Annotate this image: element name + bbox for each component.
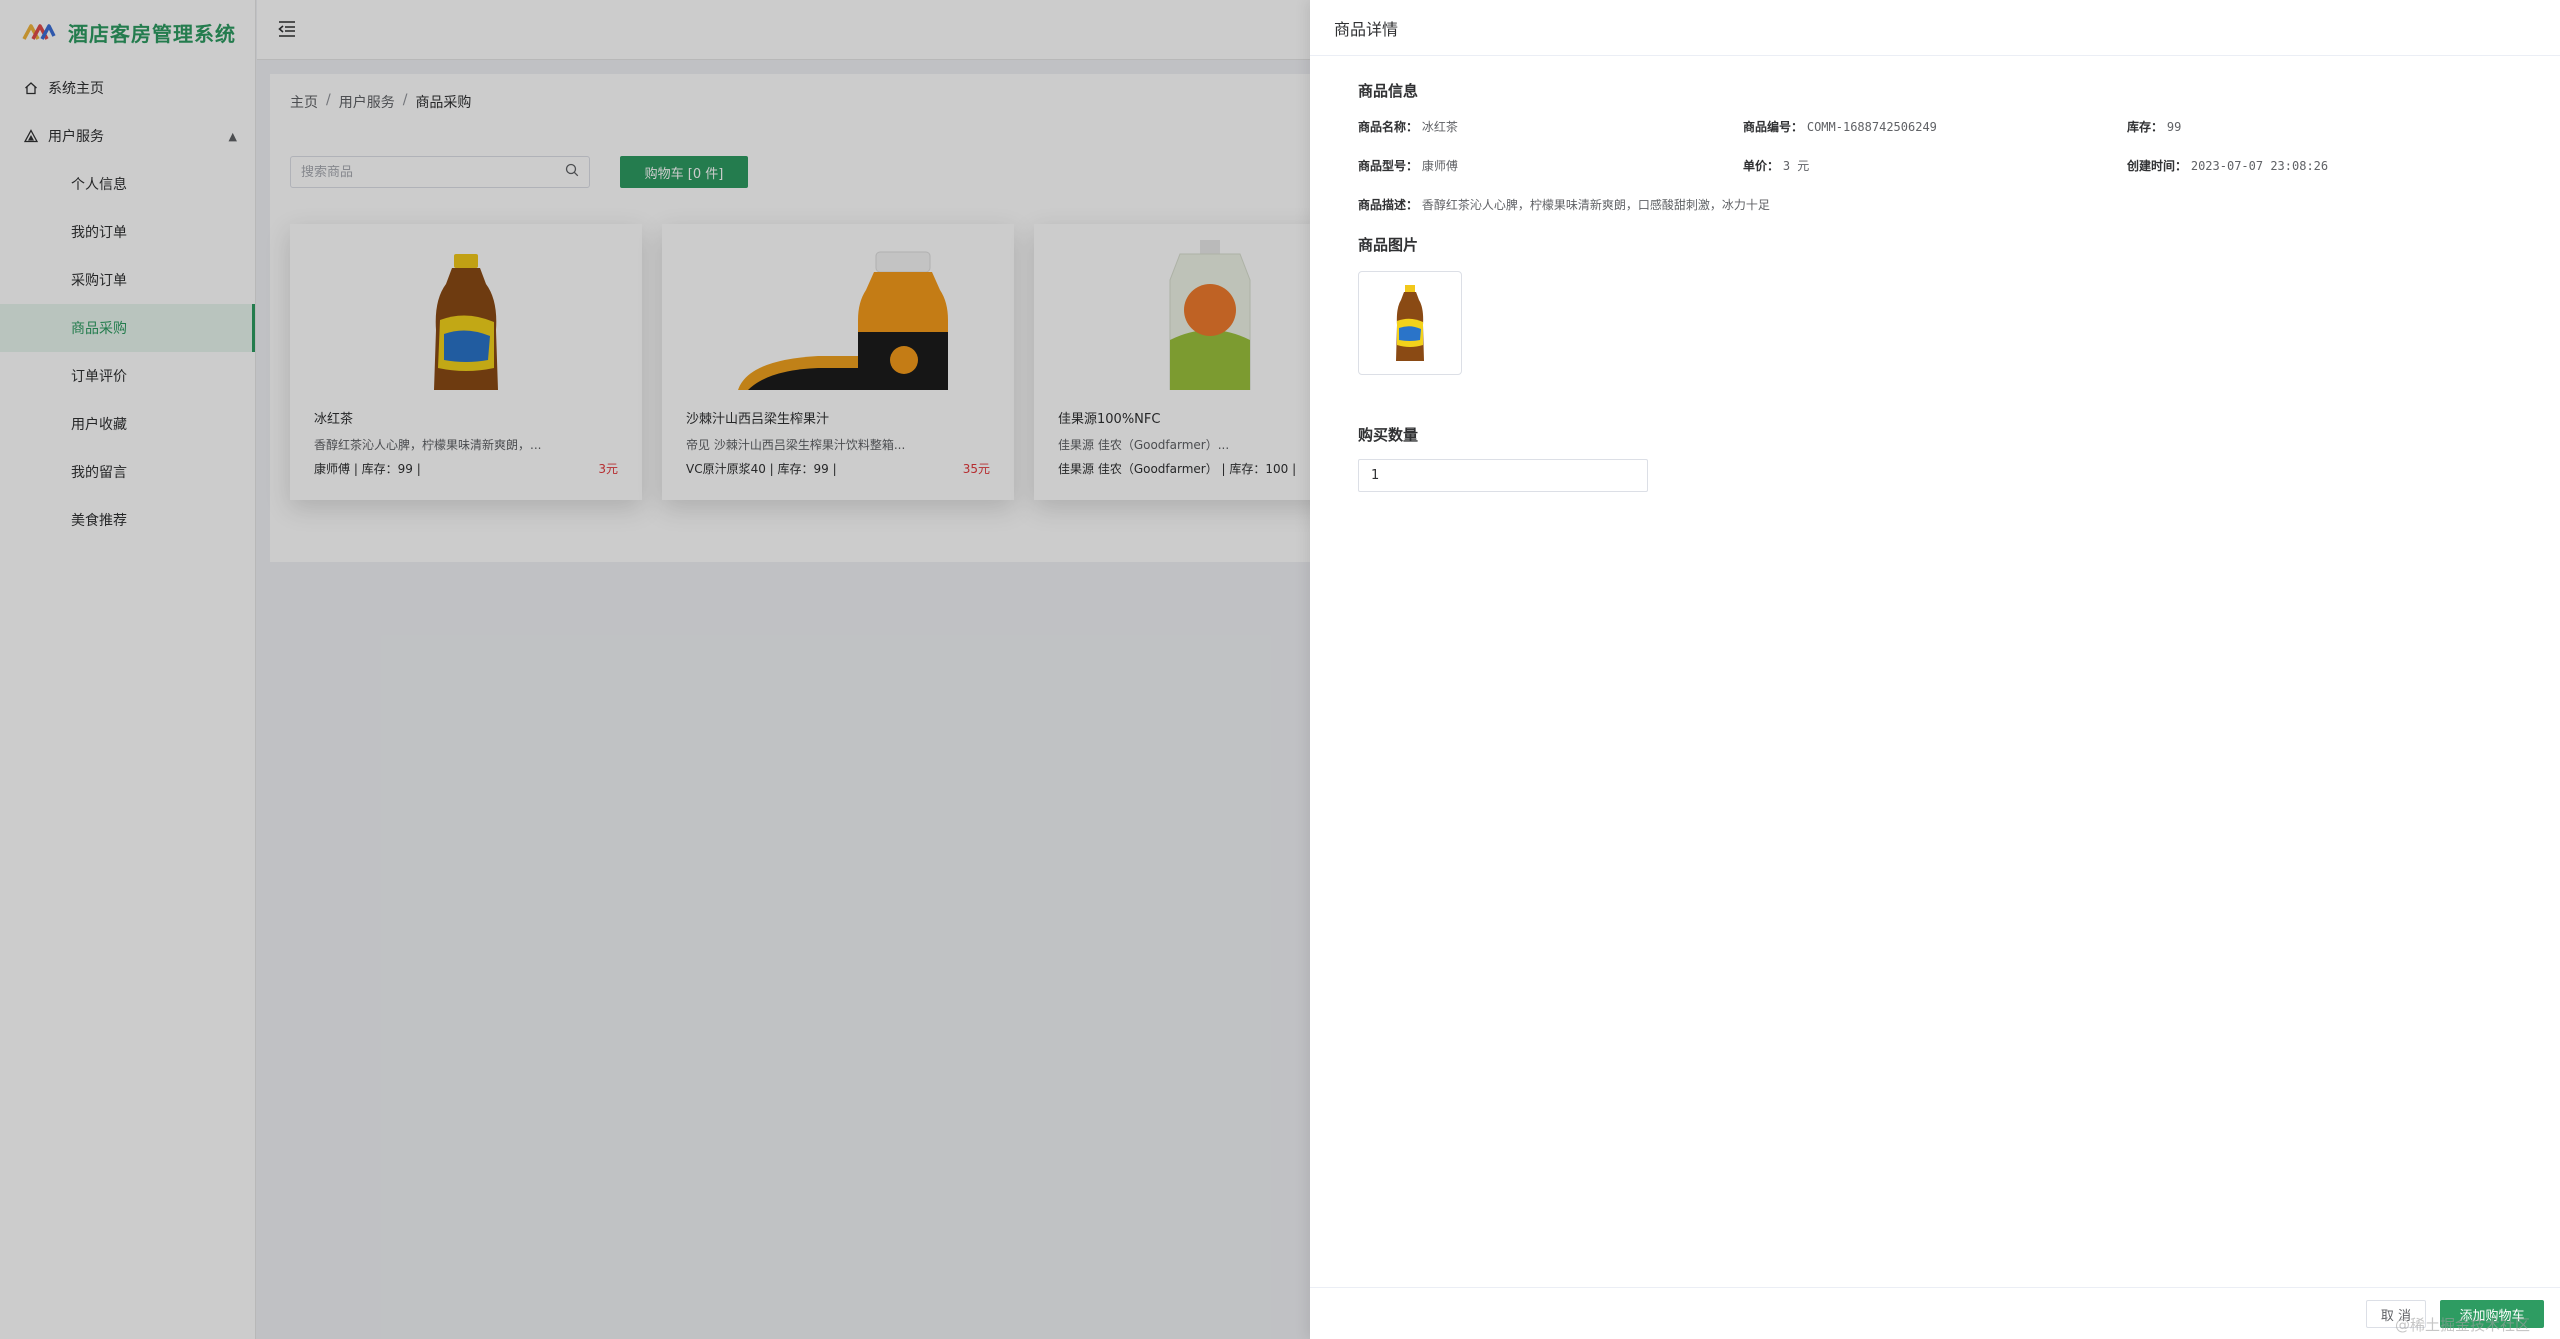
field-value: 3 元 bbox=[1782, 159, 1810, 173]
field-label: 商品名称： bbox=[1358, 120, 1419, 134]
field-value: 康师傅 bbox=[1421, 159, 1458, 173]
field-label: 库存： bbox=[2127, 120, 2164, 134]
field-unit-price: 单价： 3 元 bbox=[1743, 157, 1809, 174]
product-thumbnail[interactable] bbox=[1358, 271, 1462, 375]
field-value: 2023-07-07 23:08:26 bbox=[2190, 159, 2329, 173]
field-value: 香醇红茶沁人心脾，柠檬果味清新爽朗，口感酸甜刺激，冰力十足 bbox=[1421, 198, 1770, 212]
field-label: 商品型号： bbox=[1358, 159, 1419, 173]
field-label: 商品编号： bbox=[1743, 120, 1804, 134]
product-detail-drawer: 商品详情 商品信息 商品名称： 冰红茶 商品编号： COMM-168874250… bbox=[1310, 0, 2560, 1339]
section-title-quantity: 购买数量 bbox=[1358, 426, 1419, 444]
field-product-name: 商品名称： 冰红茶 bbox=[1358, 118, 1458, 135]
field-created-time: 创建时间： 2023-07-07 23:08:26 bbox=[2127, 157, 2328, 174]
field-product-desc: 商品描述： 香醇红茶沁人心脾，柠檬果味清新爽朗，口感酸甜刺激，冰力十足 bbox=[1358, 196, 1770, 213]
field-product-code: 商品编号： COMM-1688742506249 bbox=[1743, 118, 1937, 135]
field-product-model: 商品型号： 康师傅 bbox=[1358, 157, 1458, 174]
drawer-footer: 取 消 添加购物车 bbox=[1310, 1287, 2560, 1339]
section-title-image: 商品图片 bbox=[1358, 236, 1419, 254]
section-title-info: 商品信息 bbox=[1358, 82, 1419, 100]
drawer-overlay[interactable] bbox=[0, 0, 1310, 1339]
field-label: 创建时间： bbox=[2127, 159, 2188, 173]
field-value: 99 bbox=[2166, 120, 2182, 134]
field-label: 商品描述： bbox=[1358, 198, 1419, 212]
cancel-button[interactable]: 取 消 bbox=[2366, 1300, 2426, 1328]
field-stock: 库存： 99 bbox=[2127, 118, 2181, 135]
add-to-cart-button[interactable]: 添加购物车 bbox=[2440, 1300, 2544, 1328]
field-label: 单价： bbox=[1743, 159, 1780, 173]
quantity-input[interactable] bbox=[1358, 459, 1648, 492]
field-value: COMM-1688742506249 bbox=[1806, 120, 1937, 134]
field-value: 冰红茶 bbox=[1421, 120, 1458, 134]
drawer-title: 商品详情 bbox=[1310, 0, 2560, 56]
